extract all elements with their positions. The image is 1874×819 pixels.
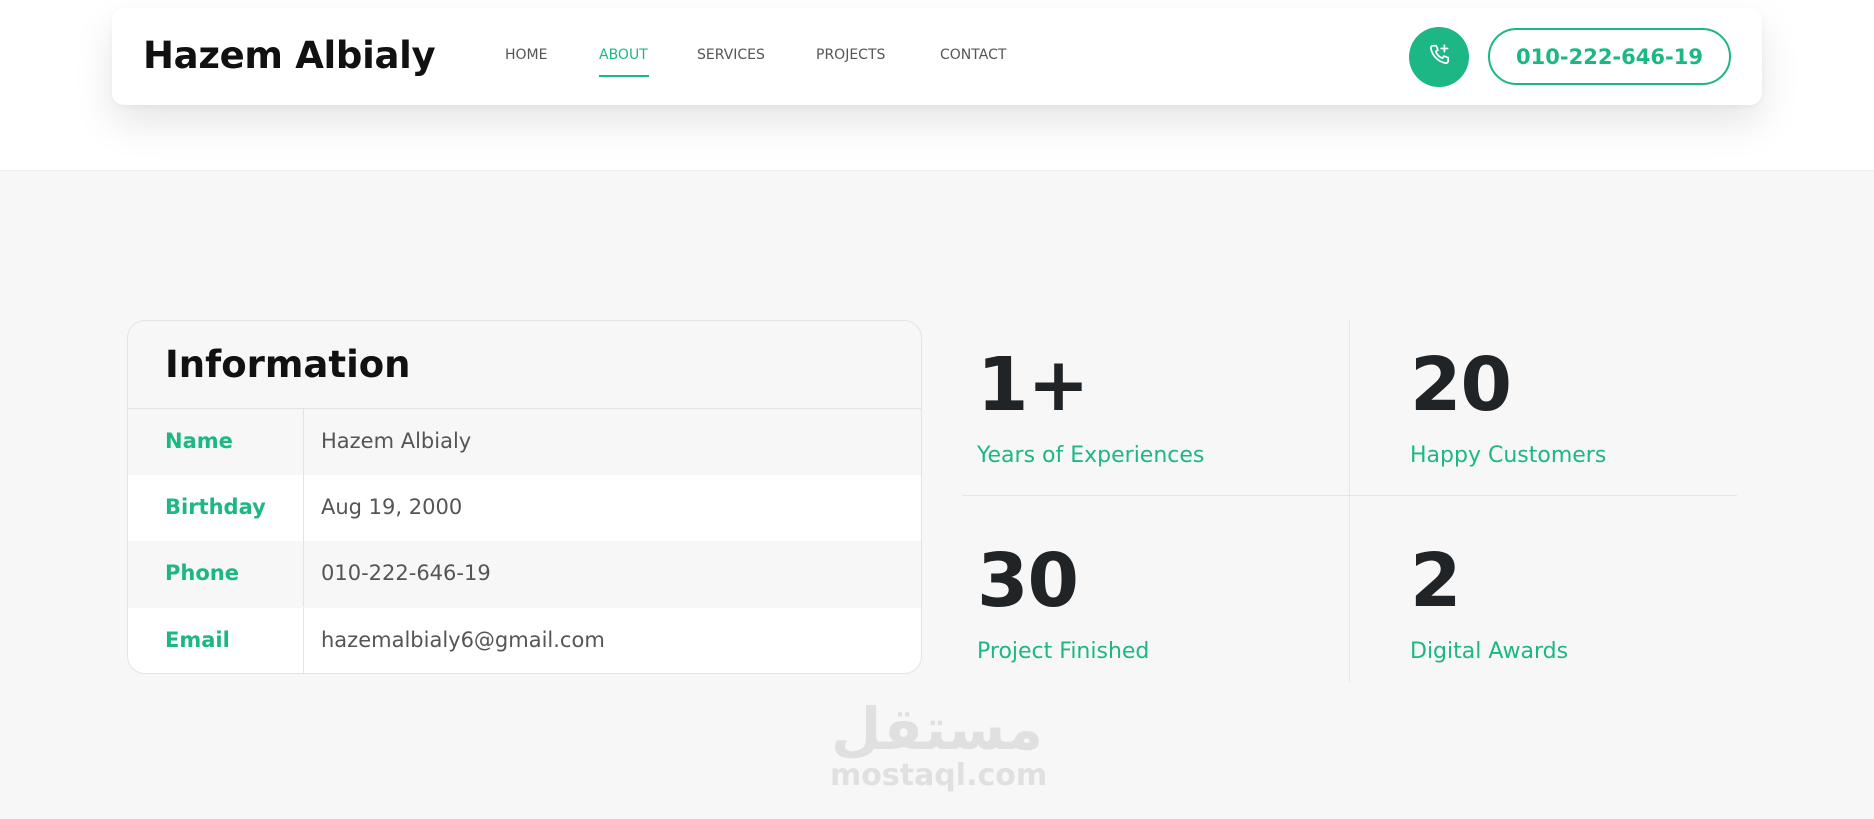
stat-awards: 2 Digital Awards xyxy=(1410,544,1568,664)
active-nav-underline xyxy=(599,75,649,77)
brand-logo[interactable]: Hazem Albialy xyxy=(143,34,436,77)
stat-label: Digital Awards xyxy=(1410,639,1569,664)
stat-projects: 30 Project Finished xyxy=(977,544,1149,664)
mostaql-watermark: مستقل mostaql.com xyxy=(830,695,1048,793)
watermark-latin: mostaql.com xyxy=(830,758,1048,793)
stat-customers: 20 Happy Customers xyxy=(1410,348,1606,468)
column-divider xyxy=(303,608,304,673)
stat-label: Project Finished xyxy=(977,639,1150,664)
info-row-birthday: Birthday Aug 19, 2000 xyxy=(128,475,921,541)
stat-number: 1+ xyxy=(977,342,1090,428)
stats-vertical-divider xyxy=(1349,320,1350,682)
info-row-name: Name Hazem Albialy xyxy=(128,409,921,475)
nav-projects[interactable]: PROJECTS xyxy=(816,47,885,63)
stat-years: 1+ Years of Experiences xyxy=(977,348,1204,468)
stat-label: Years of Experiences xyxy=(977,443,1205,468)
phone-call-icon xyxy=(1426,42,1452,72)
info-value: 010-222-646-19 xyxy=(321,561,491,585)
stats-grid: 1+ Years of Experiences 20 Happy Custome… xyxy=(962,320,1737,682)
info-key: Email xyxy=(165,628,230,652)
column-divider xyxy=(303,541,304,607)
stat-label: Happy Customers xyxy=(1410,443,1607,468)
information-card: Information Name Hazem Albialy Birthday … xyxy=(127,320,922,674)
information-title: Information xyxy=(165,343,411,386)
info-key: Birthday xyxy=(165,495,266,519)
nav-about[interactable]: ABOUT xyxy=(599,47,648,63)
nav-contact[interactable]: CONTACT xyxy=(940,47,1006,63)
info-value: Aug 19, 2000 xyxy=(321,495,463,519)
watermark-arabic: مستقل xyxy=(830,695,1044,763)
column-divider xyxy=(303,475,304,541)
info-value: Hazem Albialy xyxy=(321,429,472,453)
info-row-email: Email hazemalbialy6@gmail.com xyxy=(128,608,921,673)
call-button[interactable] xyxy=(1409,27,1469,87)
stat-number: 20 xyxy=(1410,342,1512,428)
info-value: hazemalbialy6@gmail.com xyxy=(321,628,605,652)
stat-number: 30 xyxy=(977,538,1079,624)
info-key: Phone xyxy=(165,561,239,585)
phone-number-button[interactable]: 010-222-646-19 xyxy=(1488,28,1731,85)
info-row-phone: Phone 010-222-646-19 xyxy=(128,541,921,607)
stats-horizontal-divider xyxy=(962,495,1737,496)
stat-number: 2 xyxy=(1410,538,1462,624)
info-key: Name xyxy=(165,429,233,453)
nav-home[interactable]: HOME xyxy=(505,47,547,63)
navbar: Hazem Albialy HOME ABOUT SERVICES PROJEC… xyxy=(112,8,1762,105)
column-divider xyxy=(303,409,304,475)
nav-services[interactable]: SERVICES xyxy=(697,47,765,63)
